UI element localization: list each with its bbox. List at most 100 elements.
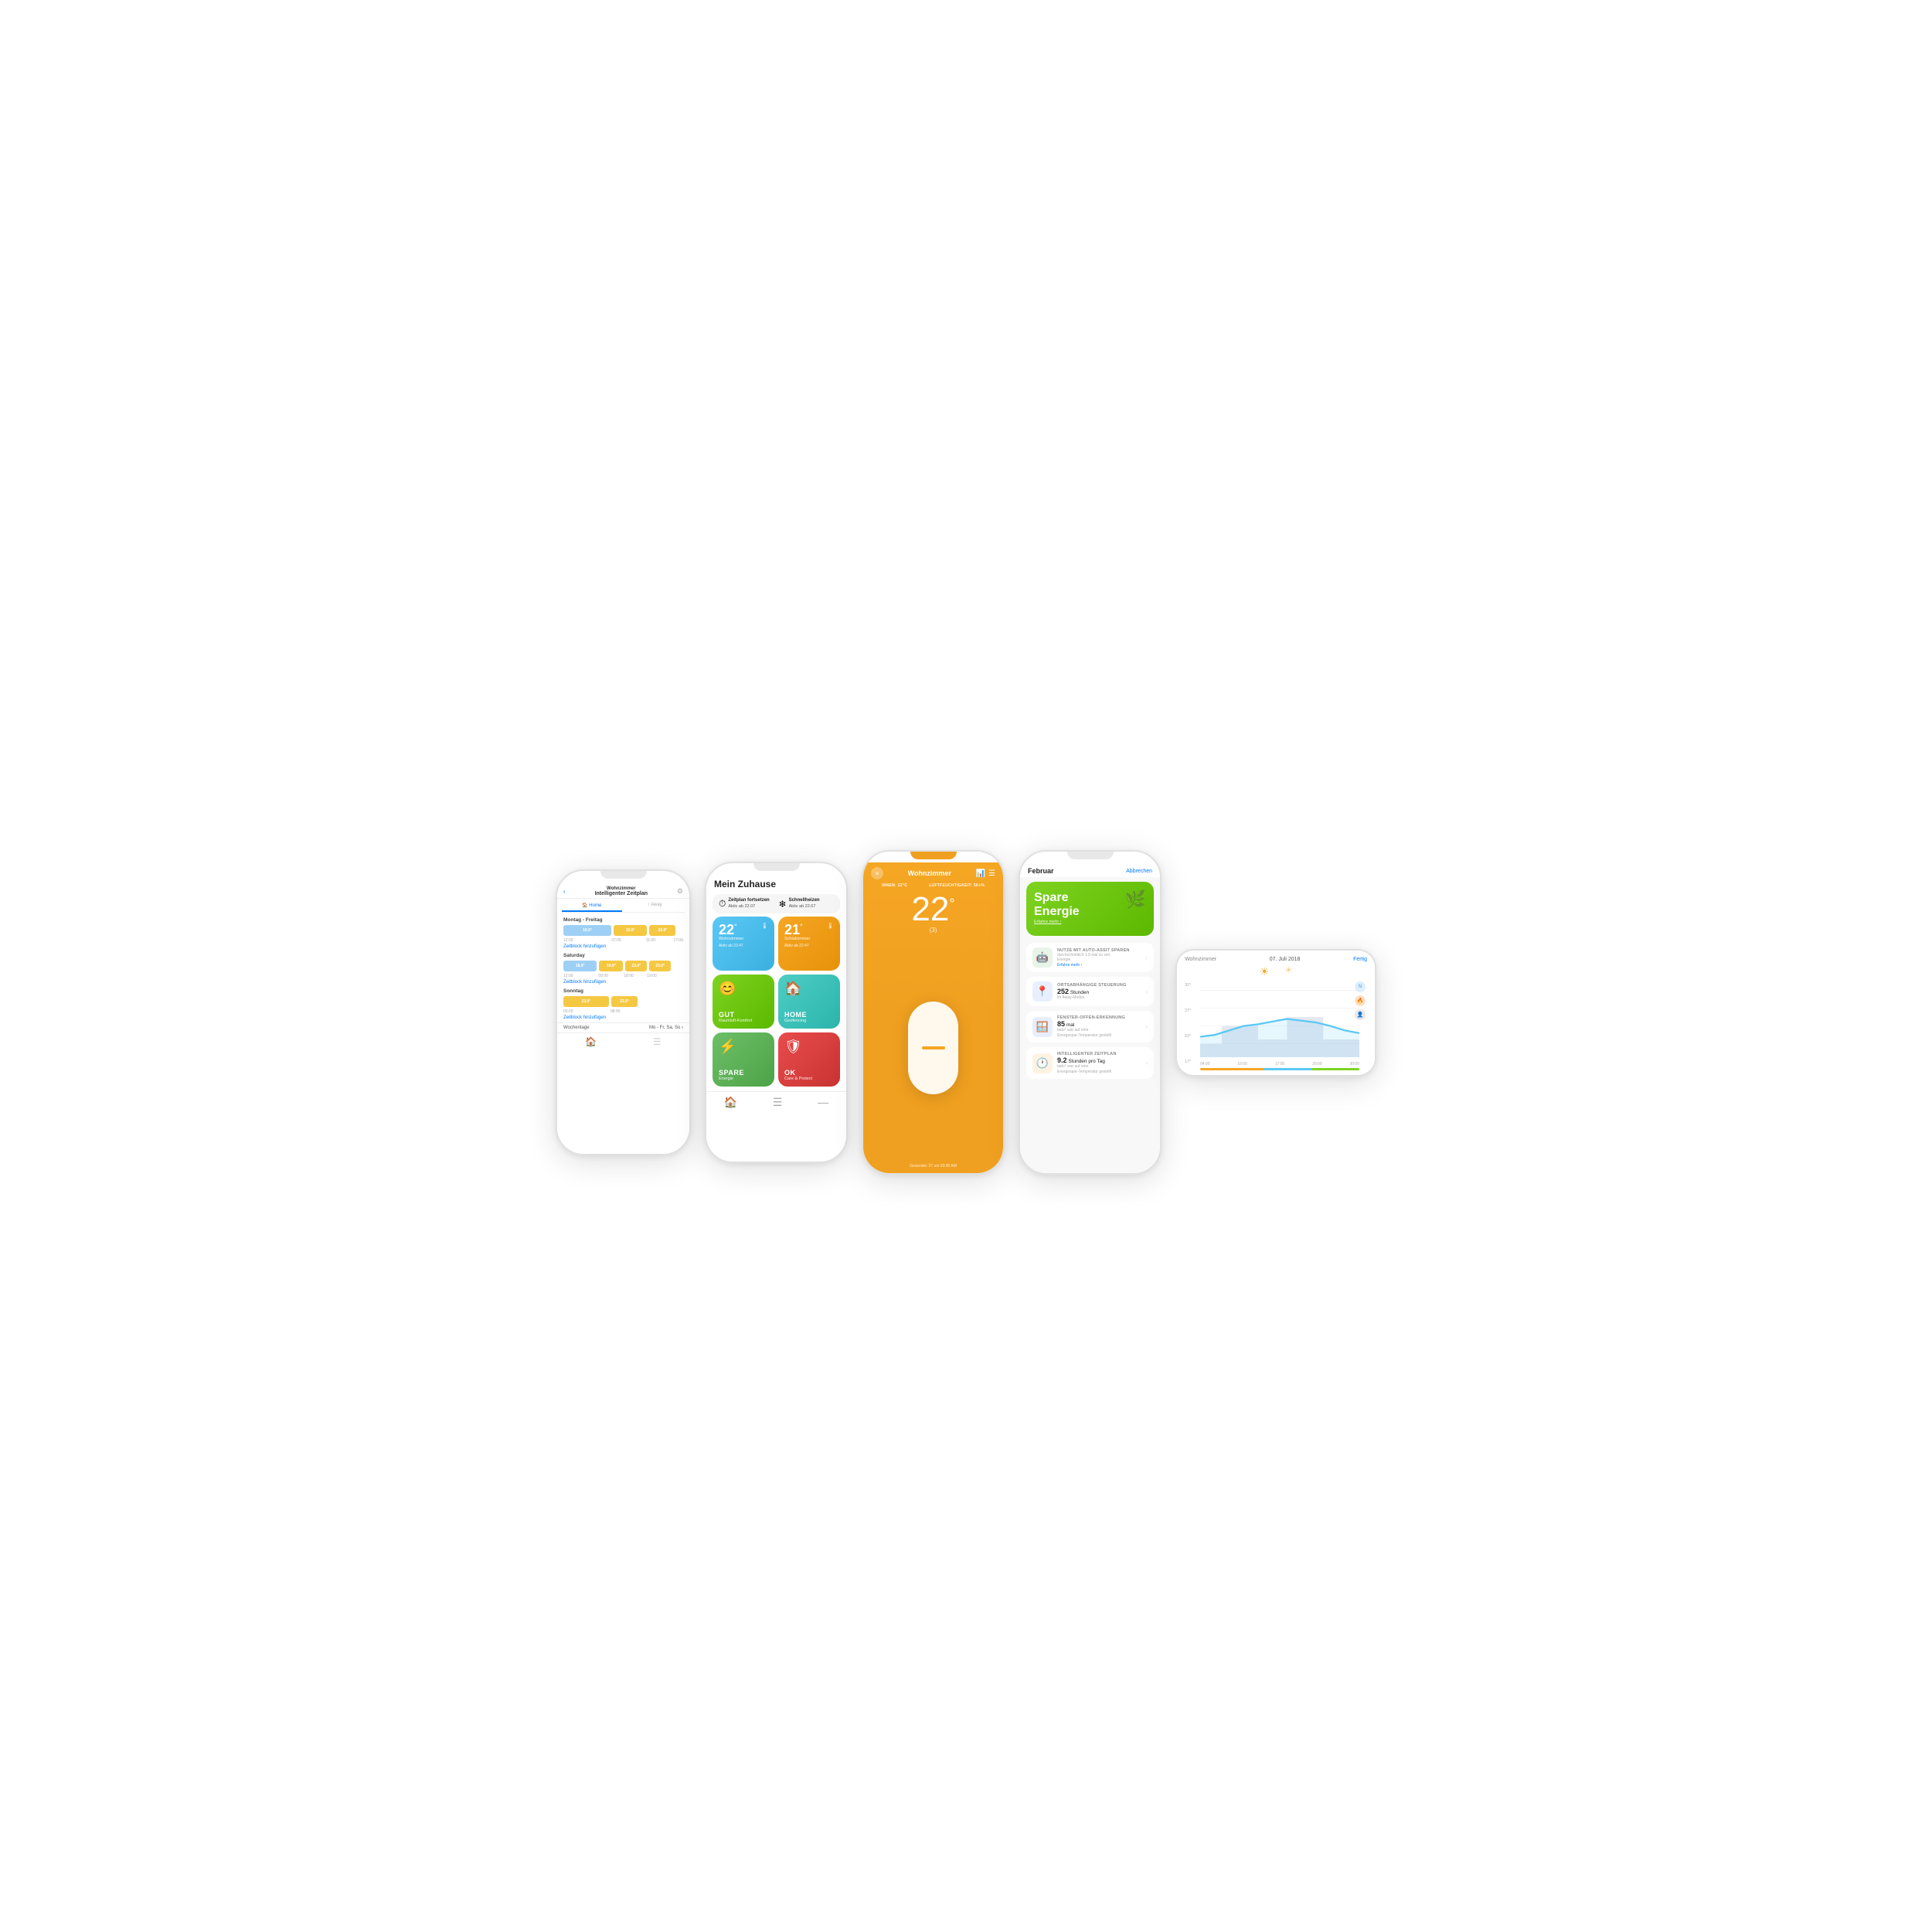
p2-title: Mein Zuhause — [714, 879, 776, 889]
dots-nav-icon[interactable]: — — [818, 1096, 828, 1109]
banner-text2: Schnellheizen Aktiv ab 22.07 — [789, 898, 820, 910]
time-block[interactable]: 20.0° — [649, 925, 675, 936]
temp-sub: (3) — [863, 927, 1003, 934]
arrow-icon: › — [1145, 988, 1148, 995]
tab-away[interactable]: ↑ Away — [625, 900, 685, 912]
phone-notch — [753, 863, 800, 871]
p4-hero: 🌿 SpareEnergie Erfahre mehr › — [1026, 882, 1154, 936]
menu-nav-icon[interactable]: ☰ — [773, 1096, 783, 1109]
y-label: 22° — [1185, 1034, 1191, 1039]
p2-header: Mein Zuhause — [706, 874, 846, 893]
x-label: 30:00 — [1349, 1062, 1359, 1066]
home-nav-icon[interactable]: 🏠 — [585, 1036, 597, 1047]
weekdays-range[interactable]: Mo - Fr, Sa, So › — [649, 1026, 683, 1030]
menu-icon[interactable]: ☰ — [988, 869, 995, 878]
p1-header-title: Wohnzimmer Intelligenter Zeitplan — [566, 886, 677, 896]
person-icon[interactable]: 👤 — [1355, 1009, 1366, 1020]
tile-spare[interactable]: ⚡ SPARE Energie — [713, 1032, 774, 1087]
thermostat-stripe — [922, 1046, 945, 1049]
p4-item-fenster[interactable]: 🪟 Fenster-Offen-Erkennung 85 mal tado° w… — [1026, 1011, 1154, 1043]
schedule-row-sonntag: 23.0° 23.0° — [557, 995, 689, 1008]
tile-schlafzimmer[interactable]: 21° Schlafzimmer Aktiv ab 22:47 🌡 — [778, 917, 840, 971]
tab-weather-icons: ☀ ☀ — [1185, 965, 1367, 978]
p1-tabs: 🏠 Home ↑ Away — [562, 900, 685, 913]
tile-wohnzimmer[interactable]: 22° Wohnzimmer Aktiv ab 22:47 🌡 — [713, 917, 774, 971]
p3-footer: Gesendet: 27 um 03:00 AM — [863, 1159, 1003, 1173]
p1-bottom-nav: 🏠 ☰ — [557, 1032, 689, 1049]
autoassist-text: Nutze mit Auto-Assit sparen durchschnitt… — [1057, 948, 1141, 968]
p2-tile-grid: 22° Wohnzimmer Aktiv ab 22:47 🌡 21° — [706, 917, 846, 1087]
gut-icon: 😊 — [719, 981, 736, 997]
chart-icon[interactable]: 📊 — [976, 869, 985, 878]
menu-nav-icon[interactable]: ☰ — [653, 1036, 662, 1047]
tab-chart-area: 32° 27° 22° 17° — [1185, 981, 1367, 1066]
tab-date-label: 07. Juli 2018 — [1270, 957, 1301, 962]
time-block[interactable]: 18.0° — [563, 925, 611, 936]
time-block[interactable]: 19.0° — [614, 925, 647, 936]
clock-icon: 🕐 — [1032, 1053, 1053, 1073]
banner-zeitplan[interactable]: ⏱ Zeitplan fortsetzen Aktiv ab 22.07 — [719, 898, 774, 910]
time-block[interactable]: 23.0° — [649, 961, 671, 971]
scene: ‹ Wohnzimmer Intelligenter Zeitplan ⚙ 🏠 … — [556, 850, 1376, 1175]
hero-icon: 🌿 — [1125, 889, 1146, 910]
tab-home[interactable]: 🏠 Home — [562, 900, 622, 912]
time-block[interactable]: 19.0° — [599, 961, 623, 971]
y-label: 17° — [1185, 1060, 1191, 1064]
sun-icon: ☀ — [1260, 965, 1270, 978]
banner-schnellheizen[interactable]: ❄ Schnellheizen Aktiv ab 22.07 — [779, 898, 835, 910]
add-block-link-saturday[interactable]: Zeitblock hinzufügen — [557, 979, 689, 985]
weekdays-label: Wochentage — [563, 1026, 590, 1030]
tab-right-icons: N 🔥 👤 — [1355, 981, 1366, 1020]
tile-ok-care[interactable]: 🛡 OK Care & Protect — [778, 1032, 840, 1087]
time-block[interactable]: 18.0° — [563, 961, 597, 971]
x-label: 04:00 — [1200, 1062, 1210, 1066]
time-block[interactable]: 23.0° — [563, 996, 609, 1007]
zeitplan-text: Intelligenter Zeitplan 9.2 Stunden pro T… — [1057, 1052, 1141, 1074]
phone-notch — [910, 852, 957, 859]
schnell-icon: ❄ — [779, 899, 787, 910]
add-block-link-sonntag[interactable]: Zeitblock hinzufügen — [557, 1015, 689, 1021]
p4-item-autoassist[interactable]: 🤖 Nutze mit Auto-Assit sparen durchschni… — [1026, 943, 1154, 972]
tab-done-button[interactable]: Fertig — [1353, 957, 1367, 962]
p4-item-zeitplan[interactable]: 🕐 Intelligenter Zeitplan 9.2 Stunden pro… — [1026, 1047, 1154, 1079]
x-label: 17:00 — [1275, 1062, 1285, 1066]
section-montag: Montag - Freitag — [557, 914, 689, 924]
p1-title: Intelligenter Zeitplan — [566, 891, 677, 896]
location-icon: 📍 — [1032, 981, 1053, 1002]
p4-item-ortsabhaengig[interactable]: 📍 Ortsabhängige Steuerung 252 Stunden im… — [1026, 977, 1154, 1006]
tab-bottom-bar — [1200, 1068, 1359, 1070]
p3-room-title: Wohnzimmer — [908, 869, 951, 877]
luftfeuchtigkeit-stat: LUFTFEUCHTIGKEIT: 56+% — [929, 883, 985, 888]
add-block-link-montag[interactable]: Zeitblock hinzufügen — [557, 944, 689, 950]
p3-stats: INNEN: 22°C LUFTFEUCHTIGKEIT: 56+% — [863, 882, 1003, 889]
window-icon: 🪟 — [1032, 1017, 1053, 1037]
night-icon[interactable]: N — [1355, 981, 1366, 992]
time-block[interactable]: 23.0° — [625, 961, 647, 971]
innen-stat: INNEN: 22°C — [882, 883, 907, 888]
section-saturday: Saturday — [557, 950, 689, 960]
arrow-icon: › — [1145, 1023, 1148, 1030]
y-label: 32° — [1185, 983, 1191, 988]
phone-mein-zuhause: Mein Zuhause ⏱ Zeitplan fortsetzen Aktiv… — [705, 862, 848, 1163]
home-nav-icon[interactable]: 🏠 — [724, 1096, 737, 1109]
tab-room-label: Wohnzimmer — [1185, 957, 1216, 962]
heat-icon[interactable]: 🔥 — [1355, 995, 1366, 1006]
tab-chart-main: N 🔥 👤 — [1200, 981, 1359, 1057]
phone-spare-energie: Februar Abbrechen 🌿 SpareEnergie Erfahre… — [1019, 850, 1162, 1175]
cancel-button[interactable]: Abbrechen — [1126, 869, 1152, 874]
tablet-content: Wohnzimmer 07. Juli 2018 Fertig ☀ ☀ 32° … — [1177, 951, 1375, 1075]
close-button[interactable]: × — [871, 867, 883, 879]
time-block[interactable]: 23.0° — [611, 996, 638, 1007]
gear-icon[interactable]: ⚙ — [677, 887, 683, 896]
tile-home[interactable]: 🏠 HOME Geofencing — [778, 975, 840, 1029]
tile-gut[interactable]: 😊 GUT Raumluft-Komfort — [713, 975, 774, 1029]
tab-x-labels: 04:00 10:00 17:00 20:00 30:00 — [1200, 1062, 1359, 1066]
chart-svg — [1200, 981, 1359, 1057]
schlafzimmer-icon: 🌡 — [827, 923, 834, 929]
hero-link[interactable]: Erfahre mehr › — [1034, 920, 1146, 924]
section-sonntag: Sonntag — [557, 985, 689, 995]
zeitplan-icon: ⏱ — [719, 898, 726, 910]
arrow-icon: › — [1145, 954, 1148, 961]
p4-month: Februar — [1028, 867, 1054, 875]
fenster-text: Fenster-Offen-Erkennung 85 mal tado° war… — [1057, 1015, 1141, 1038]
